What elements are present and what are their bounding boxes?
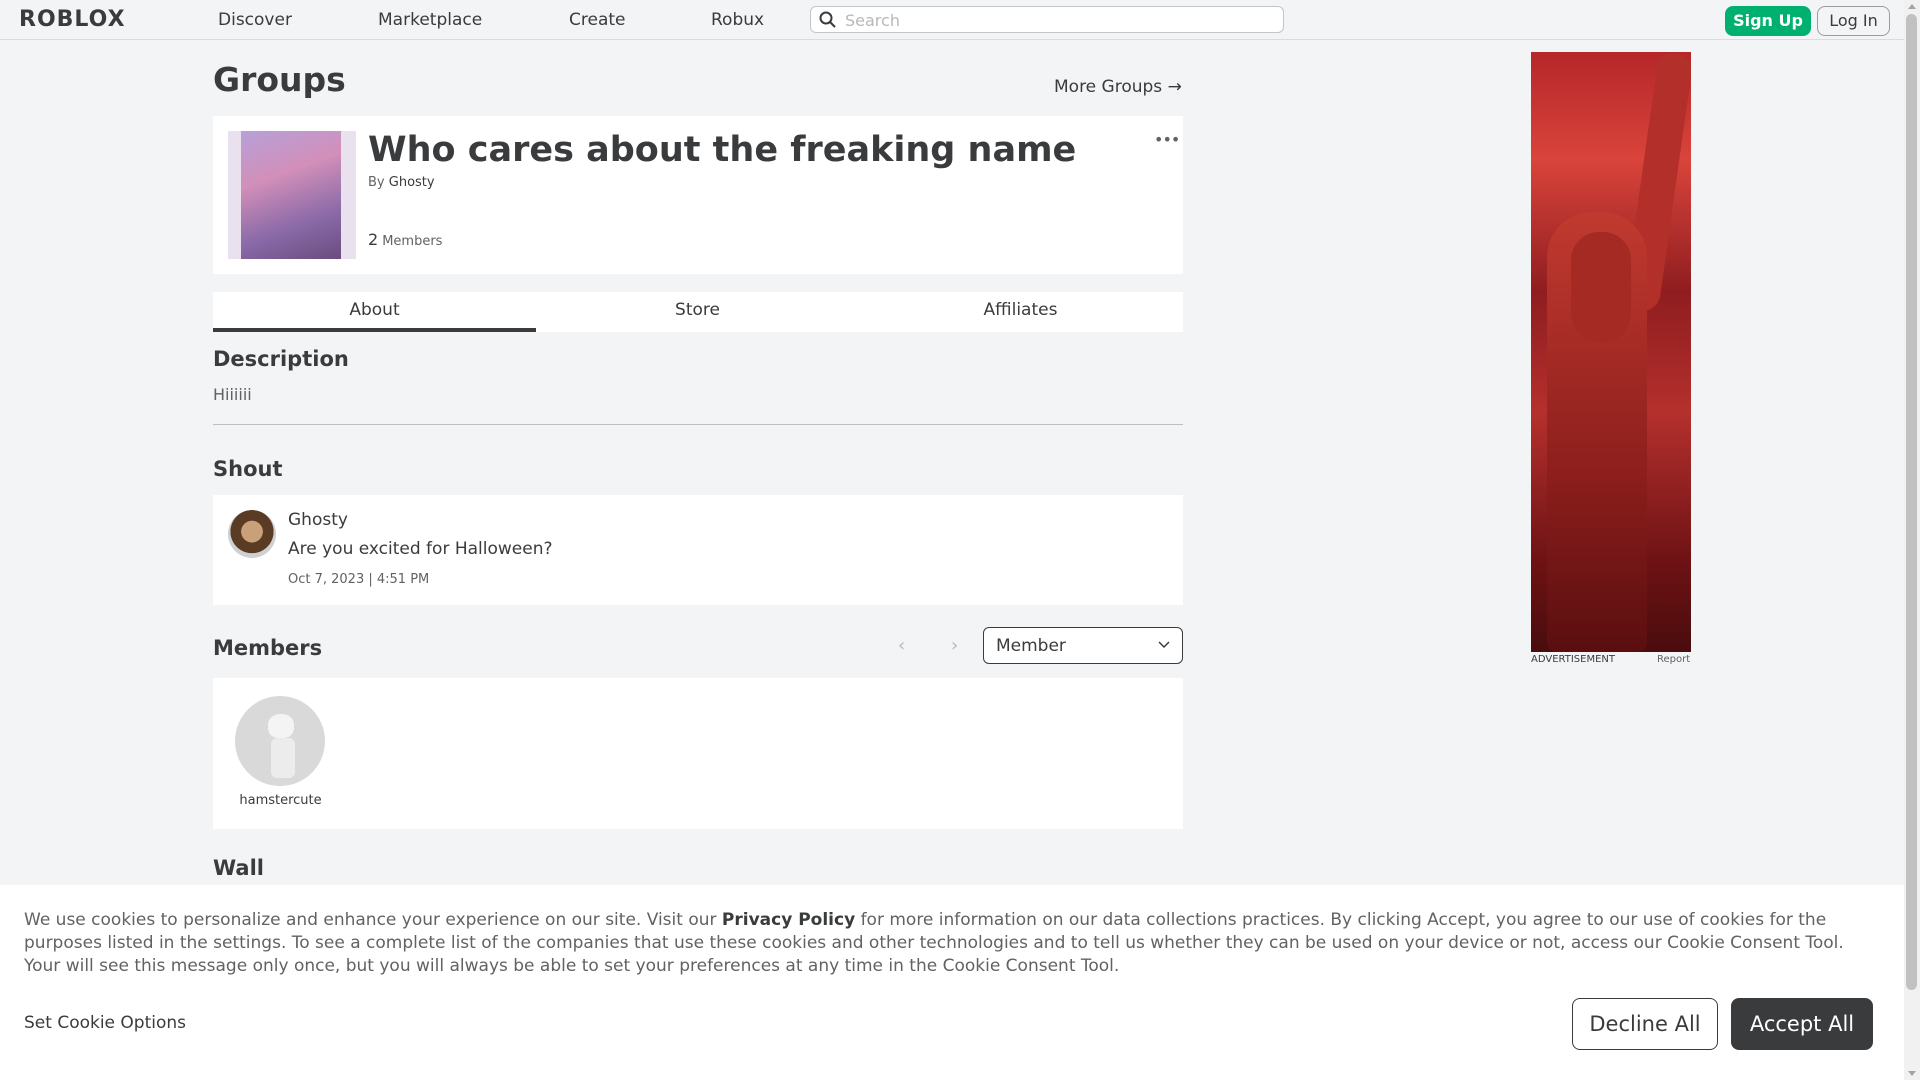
more-groups-link[interactable]: More Groups → xyxy=(1054,77,1182,97)
tab-about[interactable]: About xyxy=(213,292,536,332)
ad-label: ADVERTISEMENT xyxy=(1531,654,1616,665)
owner-prefix: By xyxy=(368,175,385,190)
roblox-logo[interactable]: ROBLOX xyxy=(19,7,126,32)
nav-robux[interactable]: Robux xyxy=(711,10,764,30)
top-nav: ROBLOX Discover Marketplace Create Robux… xyxy=(0,0,1904,40)
search-box xyxy=(810,6,1284,33)
shout-timestamp: Oct 7, 2023 | 4:51 PM xyxy=(288,572,430,587)
divider xyxy=(213,424,1183,425)
members-list: hamstercute xyxy=(213,678,1183,829)
avatar[interactable] xyxy=(228,510,276,558)
page-scrollbar[interactable] xyxy=(1904,0,1920,1080)
description-title: Description xyxy=(213,347,349,371)
search-input[interactable] xyxy=(843,9,1277,32)
scroll-down-icon[interactable] xyxy=(1908,1071,1916,1076)
tab-store[interactable]: Store xyxy=(536,292,859,332)
shout-card: Ghosty Are you excited for Halloween? Oc… xyxy=(213,495,1183,605)
accept-all-button[interactable]: Accept All xyxy=(1731,998,1873,1050)
nav-marketplace[interactable]: Marketplace xyxy=(378,10,482,30)
scroll-up-icon[interactable] xyxy=(1908,4,1916,9)
chevron-down-icon xyxy=(1158,641,1170,649)
cookie-banner: We use cookies to personalize and enhanc… xyxy=(0,885,1904,1080)
group-owner: By Ghosty xyxy=(368,175,435,190)
role-dropdown[interactable]: Member xyxy=(983,627,1183,664)
wall-title: Wall xyxy=(213,856,264,880)
logo-text: ROBLOX xyxy=(19,7,126,32)
tab-affiliates[interactable]: Affiliates xyxy=(859,292,1182,332)
member-count-label: Members xyxy=(382,234,443,249)
group-member-count: 2 Members xyxy=(368,230,442,249)
nav-create[interactable]: Create xyxy=(569,10,626,30)
members-title: Members xyxy=(213,636,323,660)
search-icon xyxy=(819,11,836,28)
member-count-value: 2 xyxy=(368,230,379,249)
scrollbar-thumb[interactable] xyxy=(1906,14,1917,990)
cookie-text-before: We use cookies to personalize and enhanc… xyxy=(24,910,722,930)
ad-report-link[interactable]: Report xyxy=(1657,654,1690,665)
group-emblem xyxy=(228,131,356,259)
group-tabs: About Store Affiliates xyxy=(213,292,1183,332)
group-header-card: Who cares about the freaking name By Gho… xyxy=(213,116,1183,274)
set-cookie-options-link[interactable]: Set Cookie Options xyxy=(24,1013,186,1033)
chevron-right-icon[interactable]: › xyxy=(951,635,958,656)
shout-title: Shout xyxy=(213,457,283,481)
page-title: Groups xyxy=(213,60,346,99)
decline-all-button[interactable]: Decline All xyxy=(1572,998,1718,1050)
chevron-left-icon[interactable]: ‹ xyxy=(898,635,905,656)
sign-up-button[interactable]: Sign Up xyxy=(1725,6,1811,36)
owner-link[interactable]: Ghosty xyxy=(389,175,435,190)
shout-username[interactable]: Ghosty xyxy=(288,510,348,530)
group-name: Who cares about the freaking name xyxy=(368,130,1077,170)
description-text: Hiiiiii xyxy=(213,385,252,404)
shout-message: Are you excited for Halloween? xyxy=(288,539,553,559)
privacy-policy-link[interactable]: Privacy Policy xyxy=(722,910,855,930)
member-name[interactable]: hamstercute xyxy=(213,793,348,808)
nav-discover[interactable]: Discover xyxy=(218,10,292,30)
cookie-text: We use cookies to personalize and enhanc… xyxy=(24,909,1884,978)
advertisement-image[interactable] xyxy=(1531,52,1691,652)
log-in-button[interactable]: Log In xyxy=(1817,6,1890,36)
avatar[interactable] xyxy=(235,696,325,786)
more-options-icon[interactable]: ••• xyxy=(1154,130,1180,149)
role-selected-value: Member xyxy=(996,636,1066,656)
